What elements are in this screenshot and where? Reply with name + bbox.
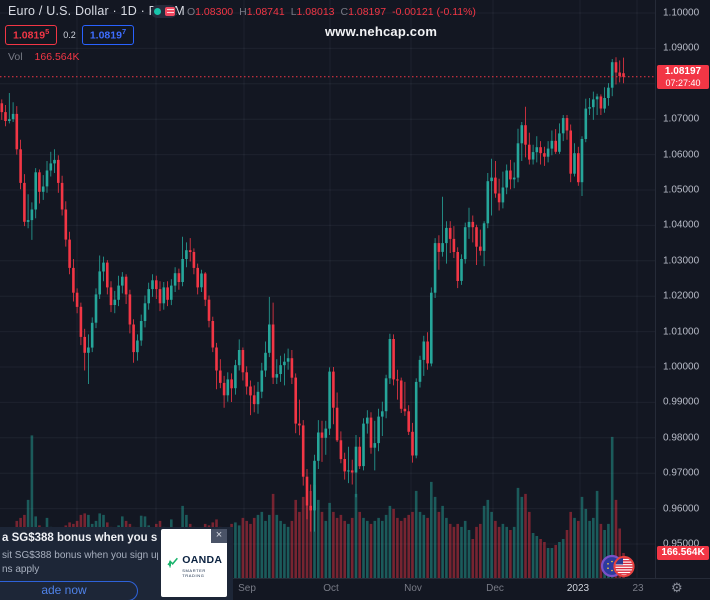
time-axis-label: Dec bbox=[486, 583, 504, 594]
trading-chart-app: Euro / U.S. Dollar · 1D · FXCM O1.08300H… bbox=[0, 0, 710, 600]
high-label: H bbox=[239, 6, 247, 18]
price-axis-label: 1.07000 bbox=[663, 114, 699, 125]
last-price-value: 1.08197 bbox=[657, 65, 709, 78]
volume-label: Vol bbox=[8, 51, 23, 63]
price-axis-label: 0.99000 bbox=[663, 397, 699, 408]
oanda-candle-icon bbox=[167, 555, 179, 569]
trade-now-button[interactable]: ade now bbox=[0, 581, 138, 600]
spread-value: 0.2 bbox=[63, 30, 76, 40]
close-label: C bbox=[341, 6, 349, 18]
time-axis-label: Sep bbox=[238, 583, 256, 594]
volume-value: 166.564K bbox=[35, 51, 80, 63]
open-value: 1.08300 bbox=[195, 6, 233, 18]
price-axis-label: 1.04000 bbox=[663, 220, 699, 231]
open-label: O bbox=[187, 6, 195, 18]
ad-subtitle: sit SG$388 bonus when you sign up. bbox=[2, 550, 158, 561]
sell-bid-button[interactable]: 1.08195 bbox=[5, 25, 57, 45]
close-value: 1.08197 bbox=[348, 6, 386, 18]
currency-pair-flags bbox=[600, 552, 636, 585]
ad-close-icon[interactable]: × bbox=[211, 529, 227, 543]
price-axis-label: 1.03000 bbox=[663, 256, 699, 267]
price-axis-label: 1.10000 bbox=[663, 8, 699, 19]
toggle-dot-icon bbox=[154, 8, 161, 15]
volume-legend: Vol 166.564K bbox=[8, 51, 80, 63]
price-axis-label: 1.00000 bbox=[663, 362, 699, 373]
high-value: 1.08741 bbox=[247, 6, 285, 18]
buy-sell-toggle[interactable] bbox=[151, 5, 177, 18]
quote-panel: 1.08195 0.2 1.08197 bbox=[5, 25, 134, 45]
price-axis-label: 1.01000 bbox=[663, 327, 699, 338]
axis-settings-gear-icon[interactable]: ⚙ bbox=[671, 580, 683, 596]
time-axis-label: Oct bbox=[323, 583, 339, 594]
ad-terms: ns apply bbox=[2, 564, 158, 575]
low-value: 1.08013 bbox=[297, 6, 335, 18]
usd-flag-icon bbox=[614, 557, 633, 576]
watermark: www.nehcap.com bbox=[325, 24, 437, 39]
price-axis-label: 0.96000 bbox=[663, 504, 699, 515]
change-value: -0.00121 (-0.11%) bbox=[392, 6, 476, 18]
price-axis-label: 1.06000 bbox=[663, 150, 699, 161]
ad-brand-card[interactable]: × OANDA SMARTER TRADING bbox=[161, 529, 227, 597]
toggle-menu-icon bbox=[165, 7, 175, 16]
oanda-logo: OANDA SMARTER TRADING bbox=[167, 555, 227, 578]
ad-title: a SG$388 bonus when you sign up. bbox=[2, 532, 158, 544]
price-axis-label: 1.09000 bbox=[663, 43, 699, 54]
candles[interactable] bbox=[0, 57, 625, 531]
price-axis-label: 0.98000 bbox=[663, 433, 699, 444]
last-price-badge: 1.08197 07:27:40 bbox=[657, 65, 709, 89]
bar-countdown: 07:27:40 bbox=[657, 78, 709, 89]
candlestick-chart-canvas[interactable] bbox=[0, 0, 655, 578]
ohlc-legend: O1.08300H1.08741L1.08013C1.08197-0.00121… bbox=[187, 6, 476, 18]
price-axis-label: 0.97000 bbox=[663, 468, 699, 479]
buy-ask-button[interactable]: 1.08197 bbox=[82, 25, 134, 45]
price-axis[interactable]: 1.10000 1.09000 1.07000 1.06000 1.05000 1.040… bbox=[655, 0, 710, 578]
oanda-wordmark: OANDA bbox=[182, 555, 227, 566]
price-axis-label: 1.05000 bbox=[663, 185, 699, 196]
oanda-tagline: SMARTER TRADING bbox=[182, 568, 227, 578]
volume-badge: 166.564K bbox=[657, 546, 709, 560]
time-axis-label: Nov bbox=[404, 583, 422, 594]
price-axis-label: 1.02000 bbox=[663, 291, 699, 302]
time-axis-label: 2023 bbox=[567, 583, 589, 594]
